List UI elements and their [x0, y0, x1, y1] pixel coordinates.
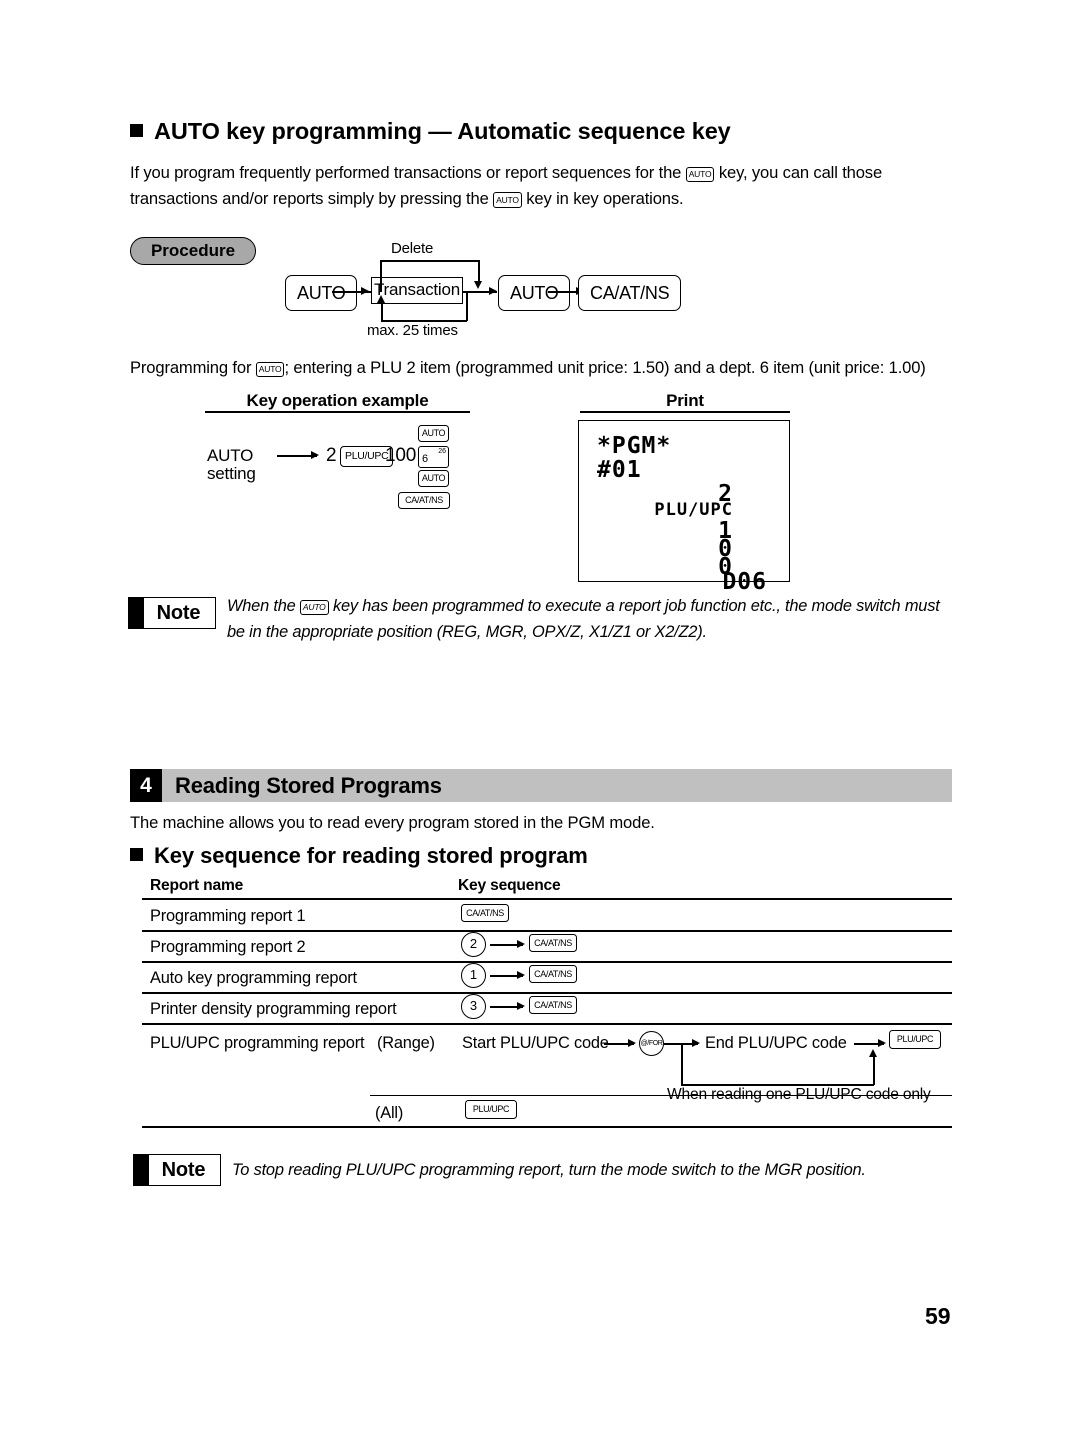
col-header-key-operation: Key operation example — [246, 391, 429, 410]
col-rule-key-operation — [205, 411, 470, 413]
diagram-max-times-label: max. 25 times — [367, 322, 458, 339]
note-black-block — [134, 1155, 149, 1185]
manual-page: AUTO key programming — Automatic sequenc… — [0, 0, 1080, 1454]
bullet-square-icon — [130, 848, 143, 861]
plu-end-text: End PLU/UPC code — [705, 1034, 847, 1052]
dept-key-sup: 26 — [438, 448, 446, 455]
procedure-badge: Procedure — [130, 237, 256, 265]
auto-setting-label-line1: AUTO — [207, 446, 254, 465]
keyop-digit-100: 100 — [385, 445, 417, 466]
table-header-key-sequence: Key sequence — [458, 877, 561, 894]
table-row: Programming report 2 — [150, 938, 306, 956]
plu-range-label: (Range) — [377, 1034, 435, 1052]
dept-key-main: 6 — [422, 453, 429, 465]
row4-caatns-key: CA/AT/NS — [529, 996, 577, 1014]
example-caption: Programming for AUTO; entering a PLU 2 i… — [130, 358, 926, 378]
row2-number-key: 2 — [461, 932, 486, 957]
note-text-2: To stop reading PLU/UPC programming repo… — [232, 1161, 866, 1179]
keyop-digit-2: 2 — [326, 445, 337, 466]
note-text-1: When the AUTO key has been programmed to… — [227, 597, 940, 641]
keyop-auto-key-mid: AUTO — [418, 470, 449, 487]
receipt-line-pgm: *PGM* — [597, 433, 672, 459]
note-black-block — [129, 598, 144, 628]
auto-setting-label-line2: setting — [207, 464, 256, 483]
key-sequence-subheading: Key sequence for reading stored program — [130, 843, 588, 869]
plu-row-name: PLU/UPC programming report — [150, 1034, 365, 1052]
diagram-auto-end-key: AUTO — [498, 275, 571, 311]
reading-intro: The machine allows you to read every pro… — [130, 813, 655, 832]
auto-key-icon: AUTO — [685, 166, 715, 183]
table-header-report-name: Report name — [150, 877, 244, 894]
note-badge-2: Note — [133, 1154, 221, 1186]
table-row: Printer density programming report — [150, 1000, 397, 1018]
row2-caatns-key: CA/AT/NS — [529, 934, 577, 952]
dept-6-key-icon: 6 26 — [418, 446, 449, 468]
keyop-auto-key-top: AUTO — [418, 425, 449, 442]
col-rule-print — [580, 411, 790, 413]
row1-caatns-key: CA/AT/NS — [461, 904, 509, 922]
row3-number-key: 1 — [461, 963, 486, 988]
plu-start-text: Start PLU/UPC code — [462, 1034, 609, 1052]
plu-upc-key-icon: PLU/UPC — [889, 1030, 941, 1049]
col-header-print: Print — [666, 391, 704, 410]
diagram-auto-start-key: AUTO — [285, 275, 358, 311]
note-badge-1: Note — [128, 597, 216, 629]
page-number: 59 — [925, 1303, 951, 1329]
auto-key-icon: AUTO — [493, 192, 522, 208]
at-for-key-icon: @/FOR — [639, 1031, 664, 1056]
table-row: Auto key programming report — [150, 969, 357, 987]
auto-key-icon: AUTO — [255, 361, 285, 378]
section-title: Reading Stored Programs — [175, 773, 442, 798]
print-receipt-sample: *PGM* #01 2 PLU/UPC 1 0 0 D06 — [578, 420, 790, 595]
bullet-square-icon — [130, 124, 143, 137]
all-plu-upc-key-icon: PLU/UPC — [465, 1100, 517, 1119]
keyop-caatns-key: CA/AT/NS — [398, 492, 450, 509]
row3-caatns-key: CA/AT/NS — [529, 965, 577, 983]
auto-key-icon: AUTO — [299, 599, 329, 616]
section-number: 4 — [130, 769, 162, 802]
receipt-right-line: D06 — [722, 569, 767, 595]
diagram-delete-label: Delete — [391, 240, 434, 257]
diagram-caatns-key: CA/AT/NS — [578, 275, 682, 311]
row4-number-key: 3 — [461, 994, 486, 1019]
plu-all-label: (All) — [375, 1104, 404, 1122]
receipt-line-number: #01 — [597, 457, 642, 483]
table-row: Programming report 1 — [150, 907, 306, 925]
auto-intro-paragraph: If you program frequently performed tran… — [130, 163, 883, 208]
receipt-right-line: PLU/UPC — [654, 500, 733, 520]
auto-key-heading: AUTO key programming — Automatic sequenc… — [130, 118, 731, 145]
